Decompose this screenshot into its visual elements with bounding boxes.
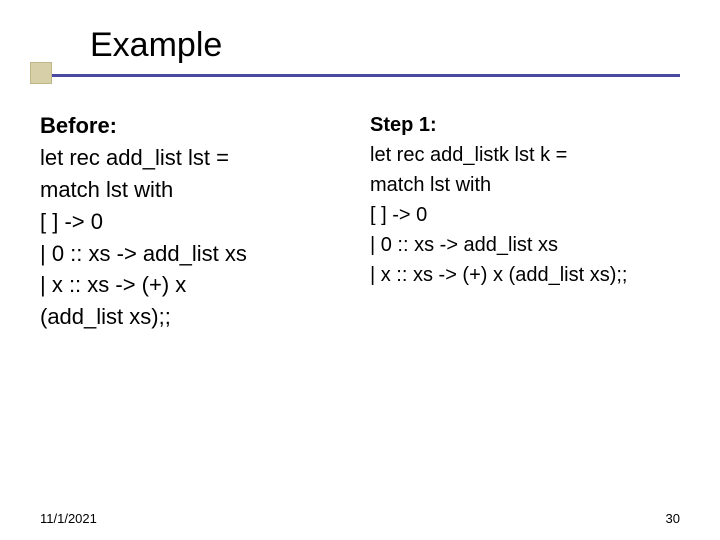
code-line: match lst with [40,174,360,206]
slide: Example Before: let rec add_list lst = m… [0,0,720,540]
footer-page-number: 30 [666,511,680,526]
code-line: | x :: xs -> (+) x [40,269,360,301]
code-line: [ ] -> 0 [370,200,690,230]
title-accent-box [30,62,52,84]
code-line: let rec add_listk lst k = [370,140,690,170]
before-column: Before: let rec add_list lst = match lst… [40,110,360,333]
code-line: | 0 :: xs -> add_list xs [370,230,690,260]
title-underline [44,74,680,77]
content-area: Before: let rec add_list lst = match lst… [40,110,690,333]
code-line: match lst with [370,170,690,200]
before-heading: Before: [40,110,360,142]
code-line: (add_list xs);; [40,301,360,333]
code-line: | 0 :: xs -> add_list xs [40,238,360,270]
step1-heading: Step 1: [370,110,690,140]
code-line: [ ] -> 0 [40,206,360,238]
code-line: | x :: xs -> (+) x (add_list xs);; [370,260,690,290]
footer-date: 11/1/2021 [40,511,97,526]
code-line: let rec add_list lst = [40,142,360,174]
title-bar: Example [30,20,690,80]
step1-column: Step 1: let rec add_listk lst k = match … [370,110,690,333]
slide-title: Example [30,20,690,70]
